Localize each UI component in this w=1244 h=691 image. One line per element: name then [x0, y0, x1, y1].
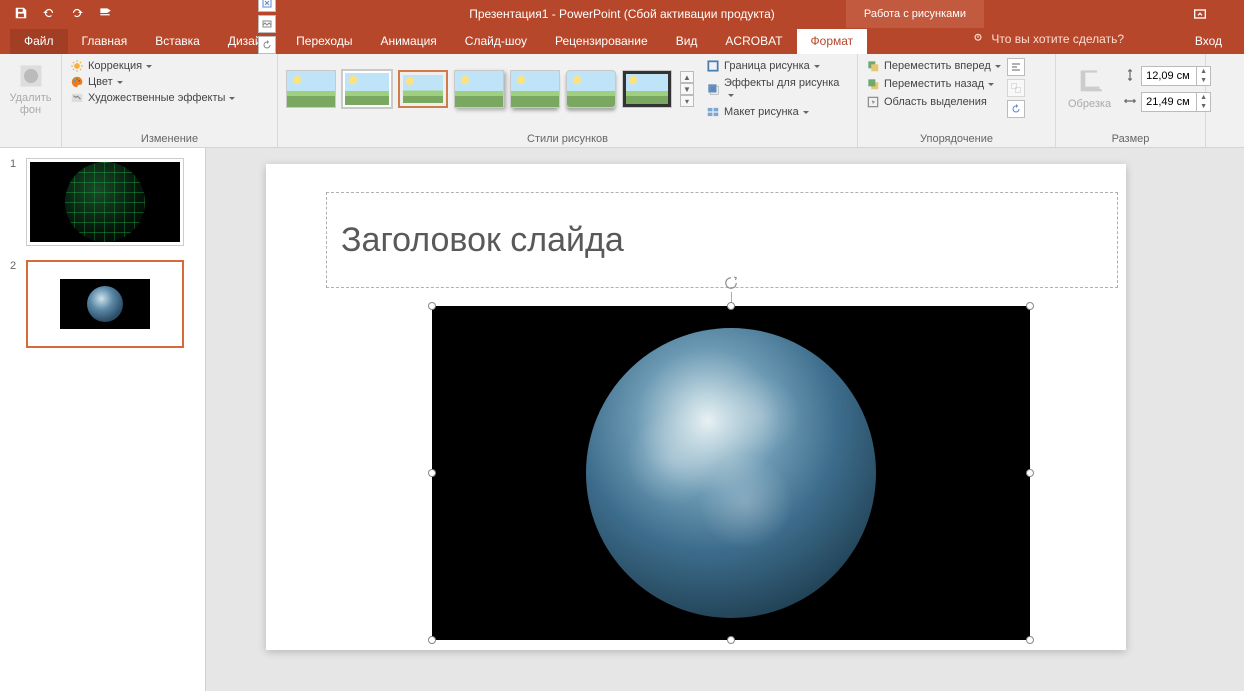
- size-group-label: Размер: [1064, 131, 1197, 145]
- handle-nw[interactable]: [428, 302, 436, 310]
- picture-effects-button[interactable]: Эффекты для рисунка: [706, 76, 849, 102]
- picture-border-button[interactable]: Граница рисунка: [706, 58, 849, 74]
- save-icon[interactable]: [14, 6, 28, 23]
- remove-background-button[interactable]: Удалить фон: [8, 58, 53, 120]
- picture-tools-label: Работа с рисунками: [846, 0, 984, 28]
- styles-group-label: Стили рисунков: [286, 131, 849, 145]
- tab-animation[interactable]: Анимация: [366, 29, 450, 54]
- bring-forward-button[interactable]: Переместить вперед: [866, 58, 1001, 74]
- tab-format[interactable]: Формат: [797, 29, 868, 54]
- tab-transitions[interactable]: Переходы: [282, 29, 366, 54]
- selection-pane-button[interactable]: Область выделения: [866, 94, 1001, 110]
- ribbon-tabs: Файл Главная Вставка Дизайн Переходы Ани…: [0, 28, 1244, 54]
- slide-thumb-2[interactable]: 2: [6, 260, 199, 348]
- crop-button[interactable]: Обрезка: [1064, 64, 1115, 114]
- style-thumb-5[interactable]: [510, 70, 560, 108]
- slide-thumb-1[interactable]: 1: [6, 158, 199, 246]
- style-thumb-4[interactable]: [454, 70, 504, 108]
- tab-view[interactable]: Вид: [662, 29, 712, 54]
- tell-me-search[interactable]: Что вы хотите сделать?: [971, 32, 1124, 46]
- main-area: 1 2 Заголовок слайда: [0, 148, 1244, 691]
- handle-s[interactable]: [727, 636, 735, 644]
- slide-canvas[interactable]: Заголовок слайда: [206, 148, 1244, 691]
- ribbon-display-options-icon[interactable]: [1192, 6, 1208, 25]
- arrange-group-label: Упорядочение: [866, 131, 1047, 145]
- handle-w[interactable]: [428, 469, 436, 477]
- sign-in-link[interactable]: Вход: [1195, 34, 1222, 48]
- gallery-more-icon[interactable]: ▾: [680, 95, 694, 107]
- slide: Заголовок слайда: [266, 164, 1126, 650]
- color-button[interactable]: Цвет: [70, 74, 269, 90]
- handle-se[interactable]: [1026, 636, 1034, 644]
- change-picture-icon[interactable]: [258, 15, 276, 33]
- slide1-globe: [65, 162, 145, 242]
- redo-icon[interactable]: [70, 6, 84, 23]
- style-thumb-1[interactable]: [286, 70, 336, 108]
- group-icon[interactable]: [1007, 79, 1025, 97]
- slide-thumbnails-panel: 1 2: [0, 148, 206, 691]
- tab-review[interactable]: Рецензирование: [541, 29, 662, 54]
- rotate-icon[interactable]: [1007, 100, 1025, 118]
- height-input[interactable]: ▲▼: [1141, 66, 1211, 86]
- ribbon: Удалить фон Коррекция Цвет Художественны…: [0, 54, 1244, 148]
- style-thumb-3[interactable]: [398, 70, 448, 108]
- start-from-beginning-icon[interactable]: [98, 6, 112, 23]
- tab-file[interactable]: Файл: [10, 29, 68, 54]
- handle-ne[interactable]: [1026, 302, 1034, 310]
- width-input[interactable]: ▲▼: [1141, 92, 1211, 112]
- align-icon[interactable]: [1007, 58, 1025, 76]
- artistic-effects-button[interactable]: Художественные эффекты: [70, 90, 269, 106]
- slide2-earth-thumb: [60, 279, 150, 329]
- undo-icon[interactable]: [42, 6, 56, 23]
- tell-me-label: Что вы хотите сделать?: [991, 32, 1124, 46]
- style-thumb-6[interactable]: [566, 70, 616, 108]
- tab-acrobat[interactable]: ACROBAT: [711, 29, 796, 54]
- corrections-button[interactable]: Коррекция: [70, 58, 269, 74]
- title-bar: Презентация1 - PowerPoint (Сбой активаци…: [0, 0, 1244, 28]
- compress-pictures-icon[interactable]: [258, 0, 276, 12]
- reset-picture-icon[interactable]: [258, 36, 276, 54]
- style-thumb-2[interactable]: [342, 70, 392, 108]
- height-icon: [1123, 68, 1137, 85]
- tab-home[interactable]: Главная: [68, 29, 142, 54]
- rotate-handle[interactable]: [722, 274, 740, 292]
- gallery-up-icon[interactable]: ▲: [680, 71, 694, 83]
- adjust-group-label: Изменение: [70, 131, 269, 145]
- gallery-down-icon[interactable]: ▼: [680, 83, 694, 95]
- earth-image: [586, 328, 876, 618]
- picture-styles-gallery[interactable]: ▲ ▼ ▾: [286, 70, 694, 108]
- style-thumb-7[interactable]: [622, 70, 672, 108]
- handle-n[interactable]: [727, 302, 735, 310]
- tab-insert[interactable]: Вставка: [141, 29, 214, 54]
- tab-slideshow[interactable]: Слайд-шоу: [451, 29, 541, 54]
- send-backward-button[interactable]: Переместить назад: [866, 76, 1001, 92]
- handle-e[interactable]: [1026, 469, 1034, 477]
- handle-sw[interactable]: [428, 636, 436, 644]
- picture-layout-button[interactable]: Макет рисунка: [706, 104, 849, 120]
- selected-picture[interactable]: [432, 306, 1030, 640]
- window-title: Презентация1 - PowerPoint (Сбой активаци…: [469, 7, 775, 21]
- width-icon: [1123, 94, 1137, 111]
